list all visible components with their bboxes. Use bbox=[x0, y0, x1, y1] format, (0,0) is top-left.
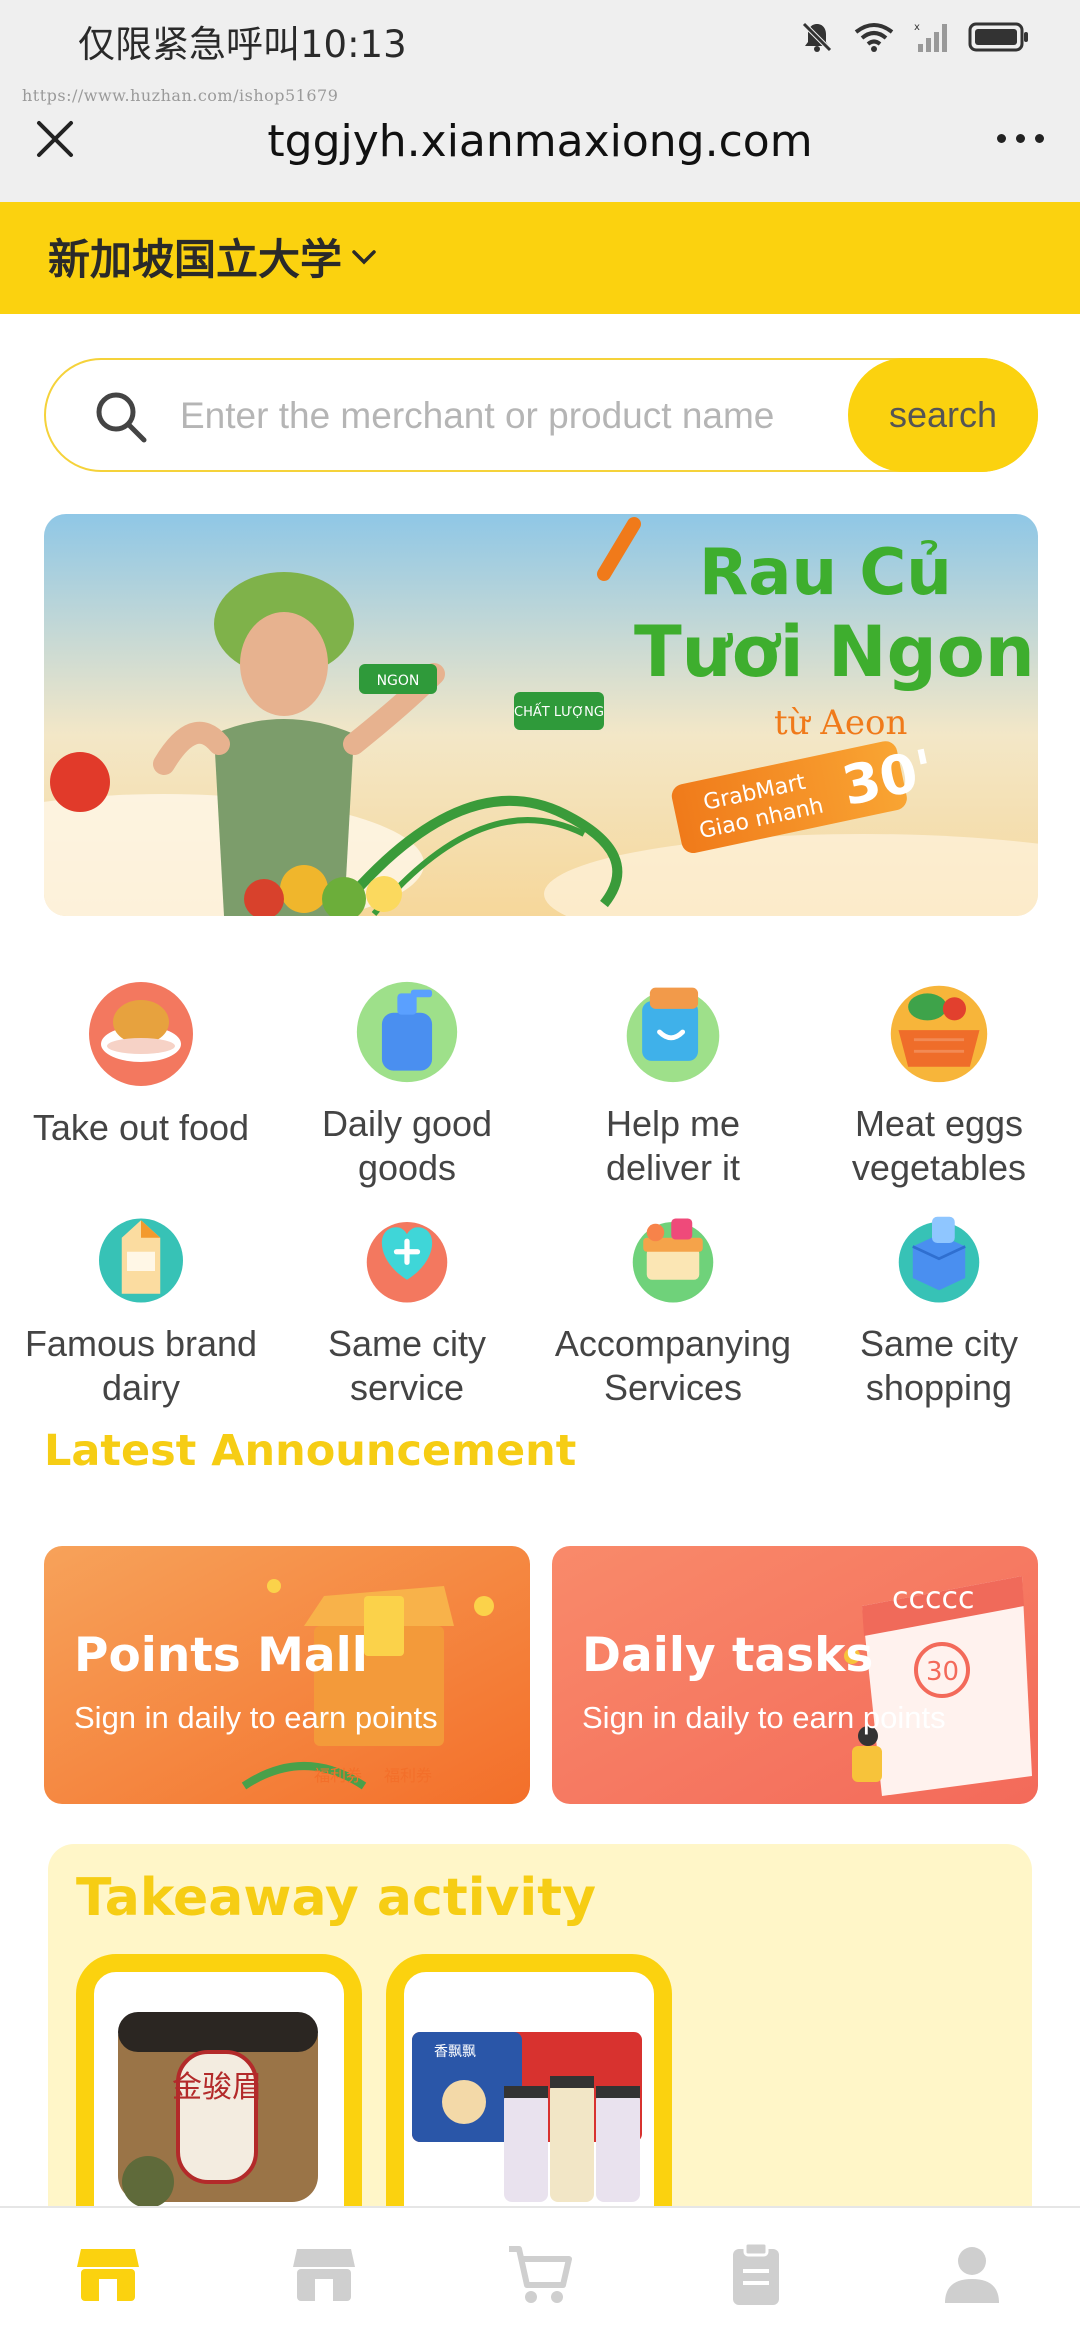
category-meat-eggs-vegetables[interactable]: Meat eggs vegetables bbox=[814, 960, 1064, 1190]
svg-text:từ Aeon: từ Aeon bbox=[774, 703, 907, 743]
search-input[interactable] bbox=[180, 380, 870, 452]
category-daily-goods[interactable]: Daily good goods bbox=[282, 960, 532, 1190]
svg-text:香飘飘: 香飘飘 bbox=[434, 2044, 476, 2060]
status-icons: x bbox=[800, 20, 1030, 54]
daily-tasks-title: Daily tasks bbox=[582, 1628, 874, 1683]
home-store-icon bbox=[77, 2249, 139, 2301]
svg-text:Rau Củ: Rau Củ bbox=[699, 536, 952, 610]
takeaway-section: Takeaway activity 金骏眉 香飘飘 bbox=[48, 1844, 1032, 2284]
announcement-title: Latest Announcement bbox=[44, 1426, 577, 1476]
takeaway-title: Takeaway activity bbox=[76, 1868, 596, 1928]
svg-text:金骏眉: 金骏眉 bbox=[172, 2070, 262, 2105]
clock-time: 10:13 bbox=[300, 23, 407, 66]
profile-icon bbox=[945, 2247, 999, 2303]
search-bar: search bbox=[44, 358, 1038, 472]
daily-tasks-subtitle: Sign in daily to earn points bbox=[582, 1700, 946, 1735]
category-label: Take out food bbox=[32, 1107, 250, 1148]
svg-text:Tươi Ngon: Tươi Ngon bbox=[634, 611, 1035, 693]
bell-muted-icon bbox=[802, 22, 832, 52]
bottom-navigation bbox=[0, 2206, 1080, 2340]
category-label: Famous brand dairy bbox=[24, 1323, 258, 1408]
category-label: Same city shopping bbox=[859, 1323, 1019, 1408]
location-name: 新加坡国立大学 bbox=[48, 235, 343, 284]
nav-cart[interactable] bbox=[480, 2224, 600, 2324]
signal-icon: x bbox=[914, 22, 947, 52]
category-label: Daily good goods bbox=[321, 1103, 493, 1188]
nav-shop[interactable] bbox=[264, 2224, 384, 2324]
vegetable-basket-icon bbox=[890, 985, 988, 1083]
category-label: Meat eggs vegetables bbox=[851, 1103, 1027, 1188]
watermark-text: https://www.huzhan.com/ishop51679 bbox=[22, 86, 339, 105]
daily-tasks-card[interactable]: ccccc 30 Daily tasks Sign in daily to ea… bbox=[552, 1546, 1038, 1804]
category-help-deliver[interactable]: Help me deliver it bbox=[548, 960, 798, 1190]
points-mall-subtitle: Sign in daily to earn points bbox=[74, 1700, 438, 1735]
svg-text:x: x bbox=[914, 22, 920, 33]
carrier-text: 仅限紧急呼叫 bbox=[78, 23, 300, 66]
chevron-down-icon bbox=[352, 249, 376, 264]
nav-orders[interactable] bbox=[696, 2224, 816, 2324]
status-bar: 仅限紧急呼叫10:13 x bbox=[0, 0, 1080, 78]
points-mall-card[interactable]: 福利券 福利券 Points Mall Sign in daily to ear… bbox=[44, 1546, 530, 1804]
more-icon bbox=[996, 133, 1006, 143]
milk-carton-icon bbox=[99, 1218, 183, 1303]
category-label: Same city service bbox=[327, 1323, 487, 1408]
svg-text:30: 30 bbox=[926, 1657, 959, 1687]
category-label: Help me deliver it bbox=[605, 1103, 741, 1188]
category-famous-brand-dairy[interactable]: Famous brand dairy bbox=[16, 1190, 266, 1410]
battery-icon bbox=[968, 22, 1028, 52]
points-mall-title: Points Mall bbox=[74, 1628, 368, 1683]
orders-clipboard-icon bbox=[733, 2241, 779, 2305]
cart-icon bbox=[509, 2246, 572, 2303]
svg-text:福利券: 福利券 bbox=[384, 1766, 432, 1785]
daily-goods-icon bbox=[356, 981, 458, 1083]
category-label: Accompanying Services bbox=[554, 1323, 792, 1408]
wifi-icon bbox=[854, 23, 894, 52]
location-header: 新加坡国立大学 bbox=[0, 202, 1080, 314]
category-grid: Take out food Daily good goods Help me d… bbox=[0, 960, 1080, 1410]
location-selector[interactable]: 新加坡国立大学 bbox=[48, 226, 380, 287]
search-icon bbox=[96, 392, 147, 443]
category-take-out-food[interactable]: Take out food bbox=[16, 960, 266, 1190]
more-button[interactable] bbox=[990, 118, 1050, 158]
search-button[interactable]: search bbox=[848, 358, 1038, 472]
delivery-icon bbox=[626, 987, 720, 1083]
heart-plus-icon bbox=[366, 1222, 448, 1303]
status-carrier-time: 仅限紧急呼叫10:13 bbox=[78, 14, 407, 68]
browser-bar: https://www.huzhan.com/ishop51679 tggjyh… bbox=[0, 78, 1080, 202]
promo-banner[interactable]: NGON CHẤT LƯỢNG Rau Củ Tươi Ngon từ Aeon… bbox=[44, 514, 1038, 916]
category-same-city-shopping[interactable]: Same city shopping bbox=[814, 1190, 1064, 1410]
nav-profile[interactable] bbox=[912, 2224, 1032, 2324]
gift-box-icon bbox=[632, 1218, 714, 1303]
svg-text:CHẤT LƯỢNG: CHẤT LƯỢNG bbox=[514, 703, 604, 720]
shop-icon bbox=[293, 2249, 355, 2301]
shopping-box-icon bbox=[898, 1216, 980, 1303]
banner-image: NGON CHẤT LƯỢNG Rau Củ Tươi Ngon từ Aeon… bbox=[44, 514, 1038, 916]
page-url: tggjyh.xianmaxiong.com bbox=[267, 116, 813, 167]
category-accompanying-services[interactable]: Accompanying Services bbox=[548, 1190, 798, 1410]
svg-text:ccccc: ccccc bbox=[892, 1581, 974, 1616]
nav-home[interactable] bbox=[48, 2224, 168, 2324]
takeout-food-icon bbox=[89, 982, 193, 1086]
svg-text:福利券: 福利券 bbox=[314, 1766, 362, 1785]
category-same-city-service[interactable]: Same city service bbox=[282, 1190, 532, 1410]
svg-text:NGON: NGON bbox=[377, 673, 420, 689]
